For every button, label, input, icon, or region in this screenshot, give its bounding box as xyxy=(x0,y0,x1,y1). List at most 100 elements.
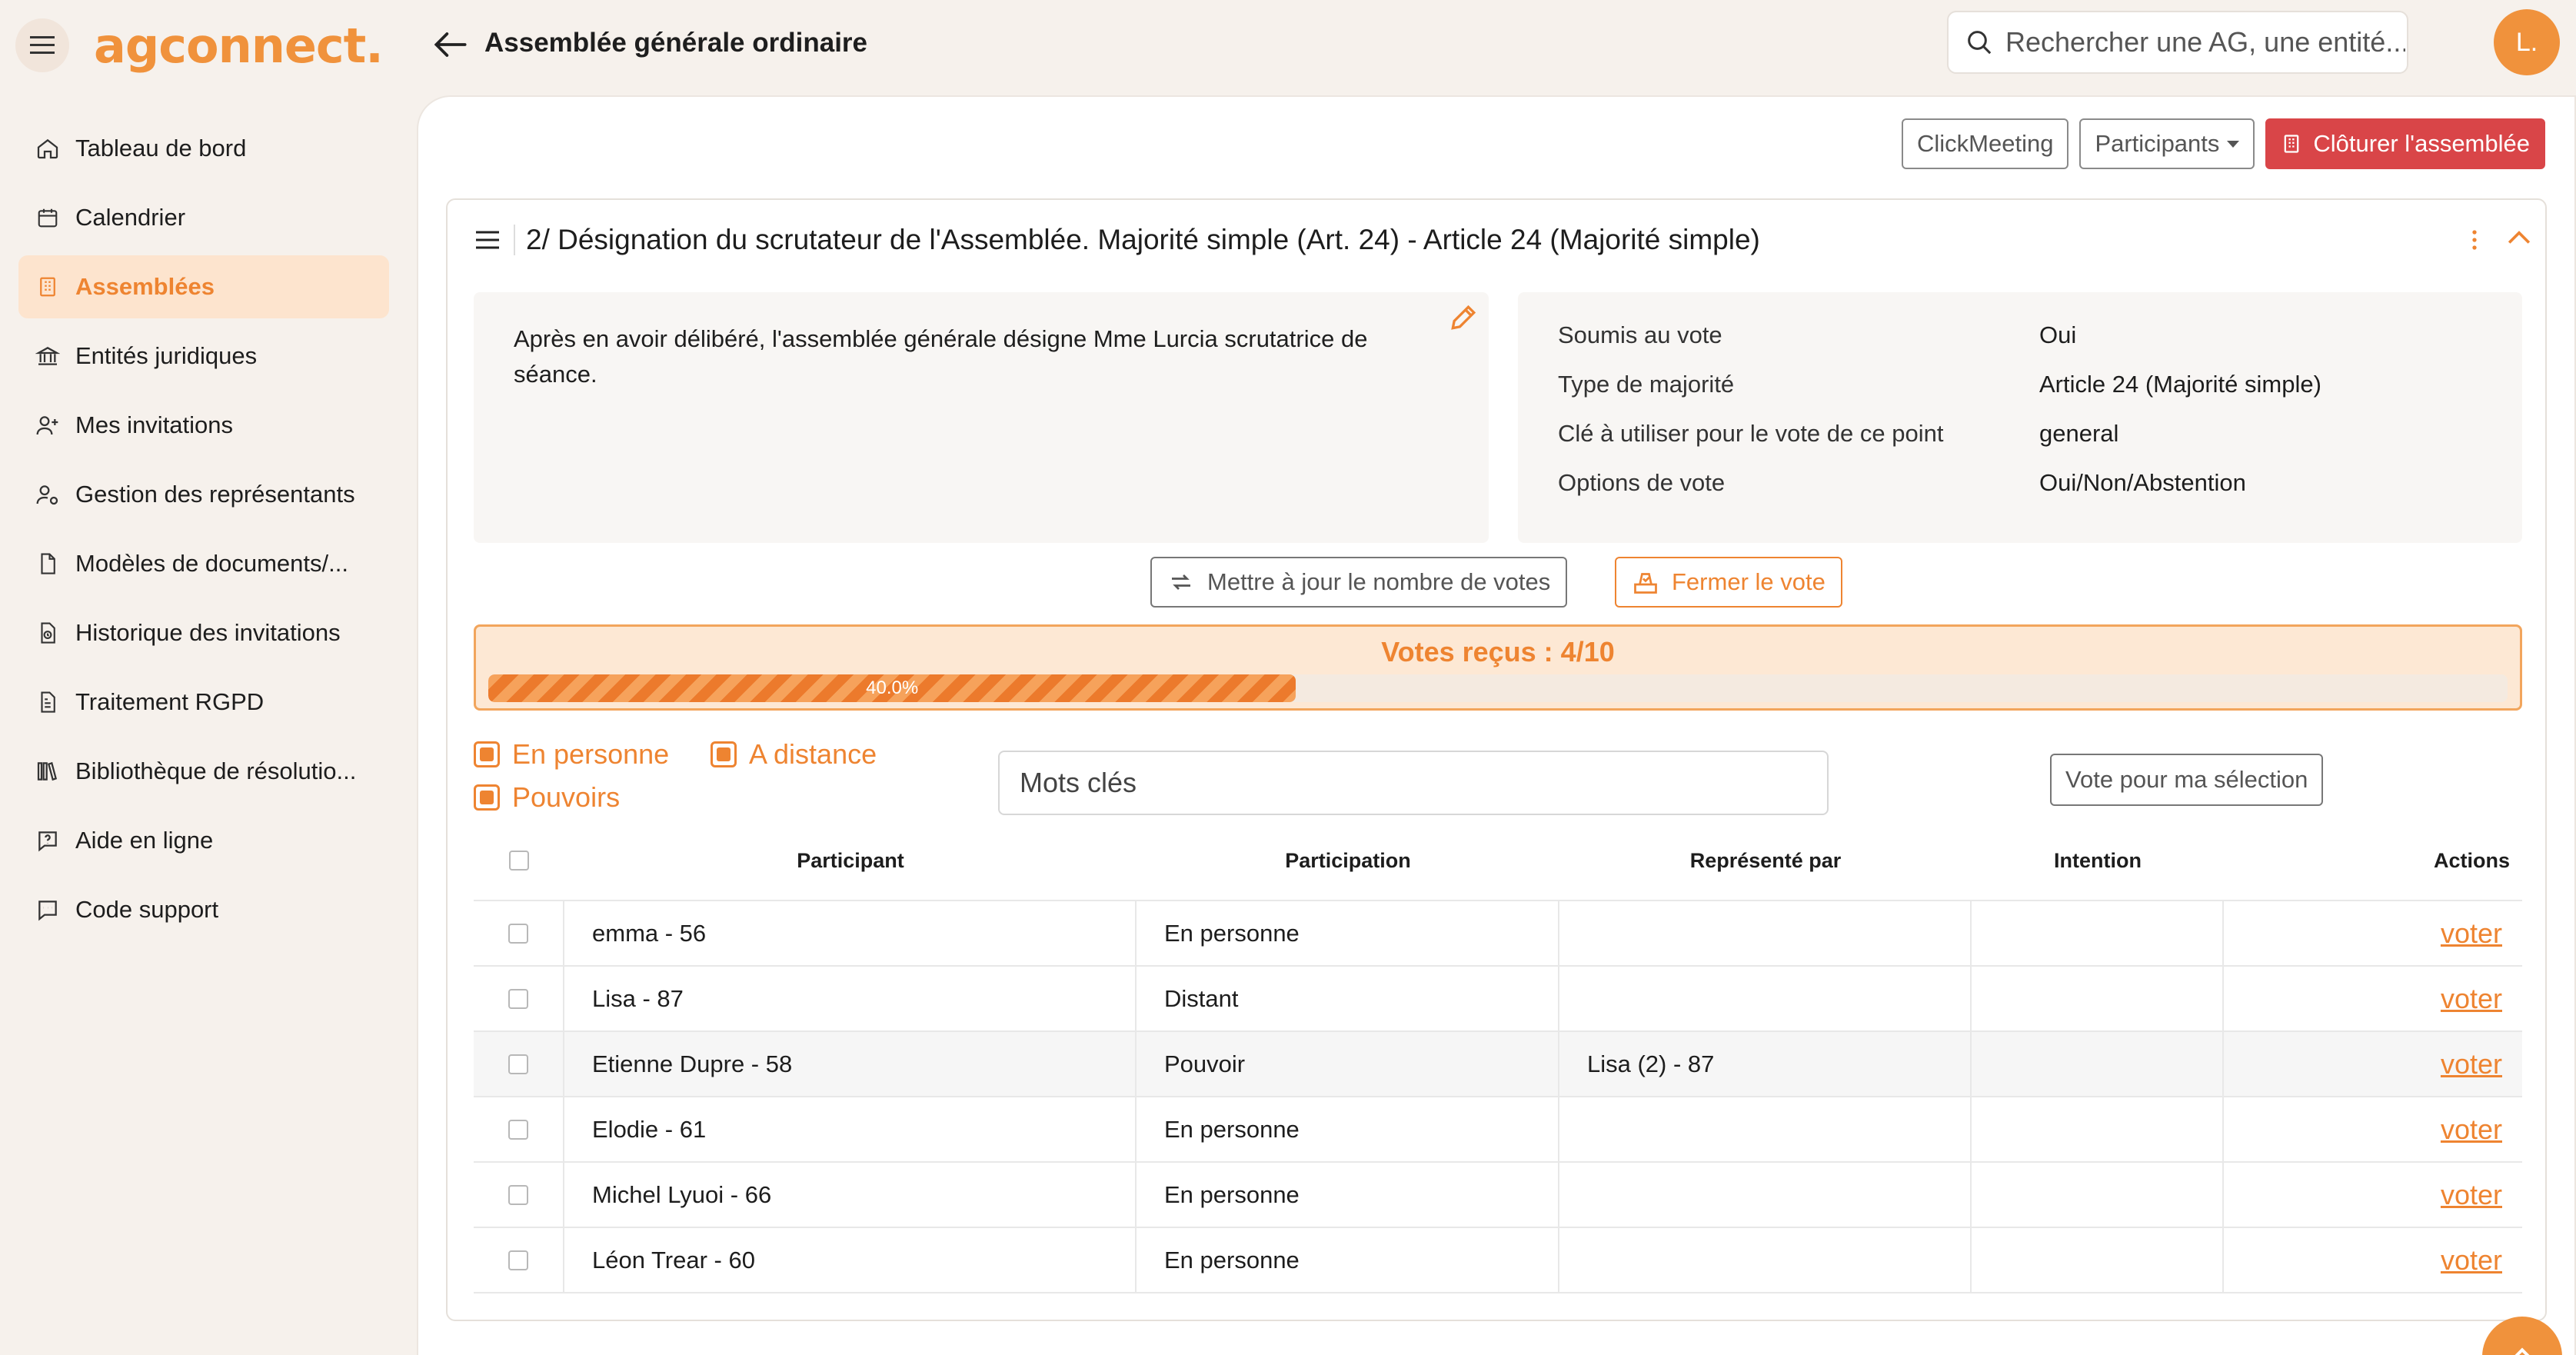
top-bar: Assemblée générale ordinaire L. xyxy=(415,0,2576,91)
votes-received-label: Votes reçus : 4/10 xyxy=(1381,636,1615,668)
table-row: emma - 56 En personne voter xyxy=(474,901,2522,967)
participants-dropdown[interactable]: Participants xyxy=(2079,118,2255,169)
sidebar-item-invitation-history[interactable]: Historique des invitations xyxy=(18,601,389,664)
sidebar-item-document-templates[interactable]: Modèles de documents/... xyxy=(18,532,389,595)
participation-cell: En personne xyxy=(1137,901,1559,965)
row-checkbox[interactable] xyxy=(508,1119,528,1140)
row-select-cell xyxy=(474,1097,564,1161)
sidebar-item-invitations[interactable]: Mes invitations xyxy=(18,394,389,457)
actions-cell: voter xyxy=(2224,967,2522,1030)
info-label: Type de majorité xyxy=(1558,371,1735,398)
column-header: Participation xyxy=(1285,848,1411,872)
hamburger-icon xyxy=(30,36,55,54)
filter-in-person[interactable]: En personne xyxy=(474,738,669,771)
user-plus-icon xyxy=(34,411,62,439)
select-all-checkbox[interactable] xyxy=(509,851,529,871)
file-shield-icon xyxy=(34,688,62,716)
table-row: Elodie - 61 En personne voter xyxy=(474,1097,2522,1163)
resolution-description: Après en avoir délibéré, l'assemblée gén… xyxy=(514,325,1368,388)
refresh-icon xyxy=(1172,574,1190,590)
vote-link[interactable]: voter xyxy=(2441,1114,2502,1146)
actions-cell: voter xyxy=(2224,1097,2522,1161)
participant-cell: Elodie - 61 xyxy=(564,1097,1137,1161)
sidebar-nav: Tableau de bord Calendrier Assemblées En… xyxy=(18,117,389,947)
row-checkbox[interactable] xyxy=(508,1250,528,1270)
row-checkbox[interactable] xyxy=(508,923,528,944)
app-logo[interactable]: agconnect. xyxy=(94,18,384,74)
sidebar-item-gdpr[interactable]: Traitement RGPD xyxy=(18,671,389,734)
clickmeeting-button[interactable]: ClickMeeting xyxy=(1901,118,2069,169)
vote-link[interactable]: voter xyxy=(2441,1244,2502,1277)
help-icon xyxy=(34,827,62,854)
column-header: Intention xyxy=(2054,848,2142,872)
ballot-box-icon xyxy=(1634,573,1657,594)
resolution-info-box: Soumis au vote Oui Type de majorité Arti… xyxy=(1518,292,2522,543)
table-row: Etienne Dupre - 58 Pouvoir Lisa (2) - 87… xyxy=(474,1032,2522,1097)
bank-icon xyxy=(34,342,62,370)
filter-label: A distance xyxy=(749,738,877,770)
represented-by-cell xyxy=(1559,967,1972,1030)
sidebar-item-calendar[interactable]: Calendrier xyxy=(18,186,389,249)
row-select-cell xyxy=(474,901,564,965)
column-header: Représenté par xyxy=(1689,848,1842,872)
row-select-cell xyxy=(474,1163,564,1227)
sidebar-item-label: Assemblées xyxy=(75,273,215,300)
user-avatar[interactable]: L. xyxy=(2494,9,2560,75)
participant-cell: Lisa - 87 xyxy=(564,967,1137,1030)
participant-cell: emma - 56 xyxy=(564,901,1137,965)
search-input[interactable] xyxy=(2005,26,2405,58)
filter-label: Pouvoirs xyxy=(512,781,621,813)
sidebar-item-representatives[interactable]: Gestion des représentants xyxy=(18,463,389,526)
column-header: Participant xyxy=(797,848,904,872)
user-gear-icon xyxy=(34,481,62,508)
resolution-description-box: Après en avoir délibéré, l'assemblée gén… xyxy=(474,292,1489,543)
close-vote-label: Fermer le vote xyxy=(1672,568,1825,595)
votes-progress: Votes reçus : 4/10 40.0% xyxy=(474,624,2522,711)
sidebar-item-help[interactable]: Aide en ligne xyxy=(18,809,389,872)
row-checkbox[interactable] xyxy=(508,1184,528,1205)
vote-link[interactable]: voter xyxy=(2441,1179,2502,1211)
close-vote-button[interactable]: Fermer le vote xyxy=(1615,557,1842,608)
menu-toggle-button[interactable] xyxy=(15,18,69,72)
participants-label: Participants xyxy=(2095,130,2220,157)
building-icon xyxy=(2285,135,2299,153)
update-votes-button[interactable]: Mettre à jour le nombre de votes xyxy=(1150,557,1568,608)
building-icon xyxy=(34,273,62,301)
row-checkbox[interactable] xyxy=(508,988,528,1009)
header-divider xyxy=(514,225,515,255)
sidebar-item-legal-entities[interactable]: Entités juridiques xyxy=(18,325,389,388)
progress-fill: 40.0% xyxy=(488,674,1296,702)
sidebar-item-support-code[interactable]: Code support xyxy=(18,878,389,941)
table-row: Michel Lyuoi - 66 En personne voter xyxy=(474,1163,2522,1228)
pencil-icon[interactable] xyxy=(1447,300,1481,334)
keywords-input[interactable] xyxy=(998,751,1829,815)
table-row: Lisa - 87 Distant voter xyxy=(474,967,2522,1032)
filter-remote[interactable]: A distance xyxy=(711,738,877,771)
vote-link[interactable]: voter xyxy=(2441,983,2502,1015)
sidebar-item-label: Calendrier xyxy=(75,204,186,231)
drag-handle-icon[interactable] xyxy=(472,225,503,255)
vote-link[interactable]: voter xyxy=(2441,917,2502,950)
vote-selection-button[interactable]: Vote pour ma sélection xyxy=(2050,754,2324,806)
info-value: Oui xyxy=(2039,321,2077,348)
global-search[interactable] xyxy=(1947,11,2408,74)
more-vertical-icon[interactable] xyxy=(2459,223,2490,257)
participation-cell: En personne xyxy=(1137,1228,1559,1292)
sidebar-item-resolution-library[interactable]: Bibliothèque de résolutio... xyxy=(18,740,389,803)
close-assembly-button[interactable]: Clôturer l'assemblée xyxy=(2265,118,2545,169)
vote-link[interactable]: voter xyxy=(2441,1048,2502,1080)
search-icon xyxy=(1968,31,1992,55)
sidebar-item-dashboard[interactable]: Tableau de bord xyxy=(18,117,389,180)
back-button[interactable] xyxy=(429,23,472,66)
filter-proxies[interactable]: Pouvoirs xyxy=(474,781,620,814)
table-row: Léon Trear - 60 En personne voter xyxy=(474,1228,2522,1293)
participation-cell: Distant xyxy=(1137,967,1559,1030)
row-checkbox[interactable] xyxy=(508,1054,528,1074)
chevron-up-icon[interactable] xyxy=(2502,221,2536,255)
info-label: Options de vote xyxy=(1558,469,1726,496)
close-assembly-label: Clôturer l'assemblée xyxy=(2313,130,2530,157)
sidebar-item-assemblies[interactable]: Assemblées xyxy=(18,255,389,318)
sidebar-item-label: Entités juridiques xyxy=(75,342,258,369)
progress-track: 40.0% xyxy=(488,674,2508,702)
sidebar-item-label: Traitement RGPD xyxy=(75,688,265,715)
